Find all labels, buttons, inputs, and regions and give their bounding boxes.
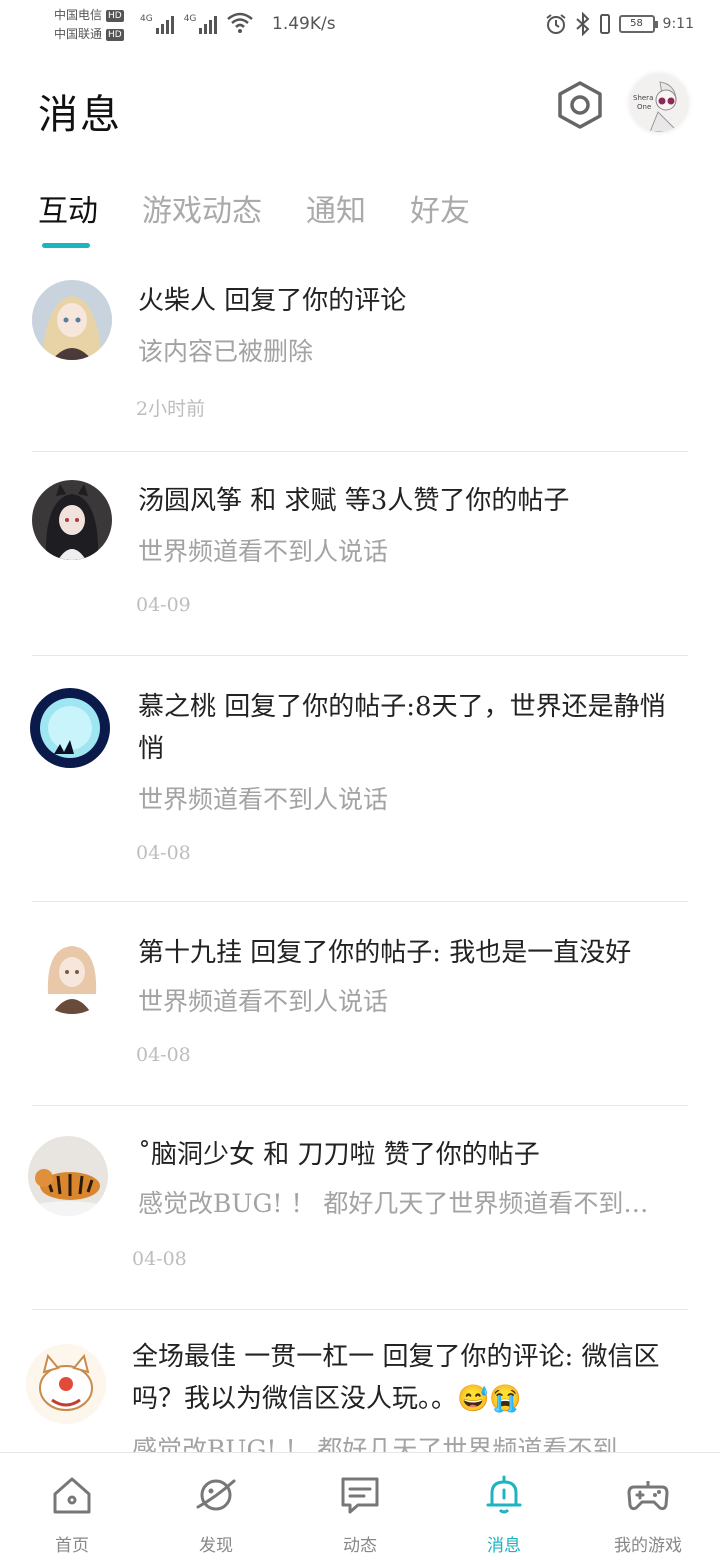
page-title: 消息 [38, 92, 122, 138]
user-avatar[interactable]: Shera One [630, 74, 688, 132]
network-type-1: 4G [140, 14, 153, 24]
signal-icon: 4G [140, 14, 174, 34]
signal-icon: 4G [184, 14, 218, 34]
nav-discover-label: 发现 [199, 1536, 233, 1556]
message-tabs: 互动 游戏动态 通知 好友 [38, 186, 514, 230]
message-preview: 世界频道看不到人说话 [138, 537, 389, 566]
home-icon [53, 1477, 91, 1514]
avatar-image [26, 1344, 106, 1424]
nav-messages-label: 消息 [487, 1536, 521, 1556]
svg-text:One: One [637, 103, 651, 111]
nav-my-games-label: 我的游戏 [614, 1536, 682, 1556]
list-item[interactable]: 汤圆风筝 和 求赋 等3人赞了你的帖子 世界频道看不到人说话 04-09 [32, 452, 688, 656]
nav-discover[interactable]: 发现 [144, 1453, 288, 1560]
avatar-image [32, 934, 112, 1014]
gamepad-icon [627, 1481, 669, 1511]
signal-indicators: 4G 4G [140, 12, 254, 34]
vibrate-icon [599, 14, 610, 34]
avatar [30, 688, 110, 768]
hd-badge: HD [106, 28, 124, 41]
message-time: 04-08 [132, 1248, 187, 1270]
tab-interaction[interactable]: 互动 [38, 186, 98, 230]
tab-game-news[interactable]: 游戏动态 [142, 186, 262, 230]
alarm-icon [545, 14, 566, 34]
list-item[interactable]: 火柴人 回复了你的评论 该内容已被删除 2小时前 [32, 258, 688, 452]
avatar [28, 1136, 108, 1216]
hd-badge: HD [106, 9, 124, 22]
settings-gear-icon [570, 95, 590, 115]
nav-my-games[interactable]: 我的游戏 [576, 1453, 720, 1560]
avatar [32, 280, 112, 360]
active-tab-indicator [42, 243, 90, 248]
message-title: ˚脑洞少女 和 刀刀啦 赞了你的帖子 [138, 1140, 540, 1170]
avatar [32, 934, 112, 1014]
message-time: 2小时前 [136, 398, 206, 420]
list-item[interactable]: ˚脑洞少女 和 刀刀啦 赞了你的帖子 感觉改BUG! ！ 都好几天了世界频道看不… [28, 1106, 688, 1310]
carrier-2-label: 中国联通 [54, 27, 103, 41]
status-bar: 中国电信 HD 中国联通 HD 4G 4G 1.49K/s 58 9:11 [0, 0, 720, 50]
list-item[interactable]: 第十九挂 回复了你的帖子: 我也是一直没好 世界频道看不到人说话 04-08 [32, 902, 688, 1106]
message-preview: 世界频道看不到人说话 [138, 785, 389, 814]
avatar-image [32, 480, 112, 560]
svg-text:Shera: Shera [633, 94, 653, 102]
message-time: 04-08 [136, 1044, 191, 1066]
planet-icon [196, 1479, 236, 1511]
nav-home[interactable]: 首页 [0, 1453, 144, 1560]
battery-level: 58 [630, 18, 643, 29]
settings-button[interactable] [556, 80, 604, 130]
avatar-image [30, 688, 110, 768]
network-type-2: 4G [183, 14, 197, 24]
message-title: 全场最佳 一贯一杠一 回复了你的评论: 微信区吗？我以为微信区没人玩。。😅😭 [132, 1342, 660, 1414]
avatar [32, 480, 112, 560]
network-speed: 1.49K/s [272, 14, 336, 34]
tab-friends[interactable]: 好友 [410, 186, 470, 230]
message-preview: 该内容已被删除 [138, 337, 314, 366]
message-title: 慕之桃 回复了你的帖子:8天了，世界还是静悄悄 [138, 692, 666, 764]
wifi-icon [227, 12, 254, 33]
tab-notifications[interactable]: 通知 [306, 186, 366, 230]
carrier-1-label: 中国电信 [54, 8, 103, 22]
bottom-navigation: 首页 发现 动态 消息 我的游戏 [0, 1452, 720, 1560]
message-time: 04-08 [136, 842, 191, 864]
clock: 9:11 [662, 16, 694, 32]
avatar-image [28, 1136, 108, 1216]
nav-feed[interactable]: 动态 [288, 1453, 432, 1560]
nav-messages[interactable]: 消息 [432, 1453, 576, 1560]
message-time: 04-09 [136, 594, 191, 616]
battery-icon: 58 [618, 15, 658, 33]
settings-hexagon-icon [558, 81, 602, 129]
message-preview: 世界频道看不到人说话 [138, 987, 389, 1016]
nav-feed-label: 动态 [343, 1536, 377, 1556]
nav-home-label: 首页 [55, 1536, 89, 1556]
bell-icon [486, 1475, 522, 1514]
message-list: 火柴人 回复了你的评论 该内容已被删除 2小时前 汤圆风筝 和 求赋 等3人赞了… [0, 258, 720, 1510]
chat-icon [341, 1477, 379, 1514]
message-preview: 感觉改BUG! ！ 都好几天了世界频道看不到… [138, 1189, 649, 1218]
message-title: 第十九挂 回复了你的帖子: 我也是一直没好 [138, 938, 632, 968]
avatar [26, 1344, 106, 1424]
status-right: 58 9:11 [545, 12, 694, 36]
bluetooth-icon [575, 12, 589, 36]
carrier-info: 中国电信 HD 中国联通 HD [54, 6, 124, 44]
message-title: 火柴人 回复了你的评论 [138, 286, 407, 316]
message-title: 汤圆风筝 和 求赋 等3人赞了你的帖子 [138, 486, 570, 516]
avatar-image [32, 280, 112, 360]
list-item[interactable]: 慕之桃 回复了你的帖子:8天了，世界还是静悄悄 世界频道看不到人说话 04-08 [30, 656, 688, 902]
user-avatar-image: Shera One [630, 74, 688, 132]
